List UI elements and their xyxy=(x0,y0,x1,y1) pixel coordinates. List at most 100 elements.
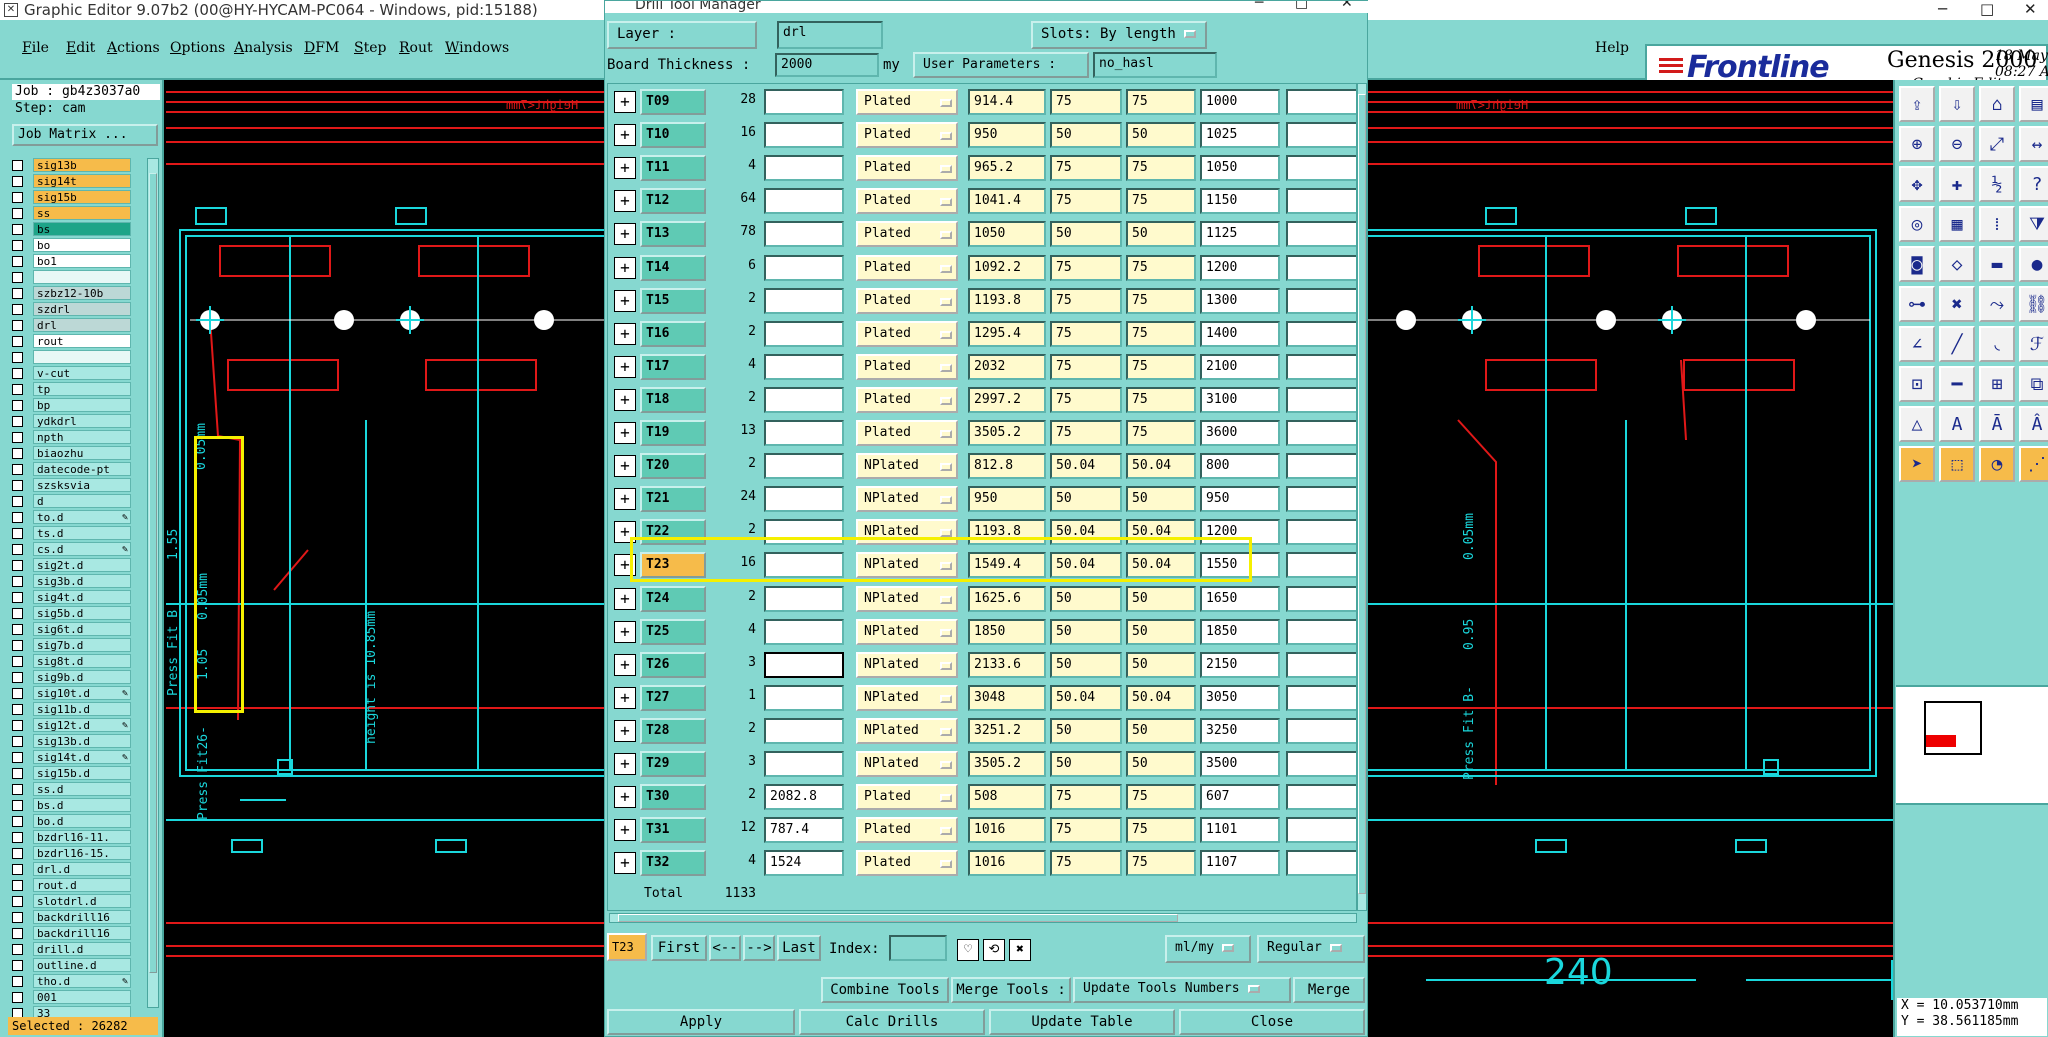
finish-size-field[interactable] xyxy=(764,651,844,678)
tol-minus-field[interactable]: 75 xyxy=(1126,850,1196,877)
layer-row[interactable]: bo xyxy=(12,237,132,253)
tol-minus-field[interactable]: 75 xyxy=(1126,784,1196,811)
drill-size-field[interactable]: 2032 xyxy=(968,353,1046,380)
layer-row[interactable]: 001 xyxy=(12,989,132,1005)
layer-name[interactable]: sig14t.d ✎ xyxy=(33,750,131,764)
pad-icon[interactable]: ⊡ xyxy=(1899,366,1935,402)
layer-checkbox[interactable] xyxy=(12,879,23,891)
finish-size-field[interactable] xyxy=(764,751,844,777)
type-option[interactable]: NPlated xyxy=(856,717,958,744)
layer-name[interactable]: rout.d xyxy=(33,878,131,892)
expand-icon[interactable]: + xyxy=(614,587,636,610)
layer-checkbox[interactable] xyxy=(12,479,23,491)
table-scroll-thumb[interactable] xyxy=(1358,94,1366,894)
finish-size-field[interactable] xyxy=(764,717,844,744)
layer-row[interactable]: bs xyxy=(12,221,132,237)
finish-size-field[interactable] xyxy=(764,89,844,115)
layer-name[interactable]: bs.d xyxy=(33,798,131,812)
layer-name[interactable]: bs xyxy=(33,222,131,236)
layer-name[interactable]: sig9b.d xyxy=(33,670,131,684)
type-option[interactable]: Plated xyxy=(856,155,958,182)
layer-checkbox[interactable] xyxy=(12,719,23,731)
tol-minus-field[interactable]: 75 xyxy=(1126,188,1196,215)
layer-name[interactable]: biaozhu xyxy=(33,446,131,460)
snap-icon[interactable]: ◎ xyxy=(1899,206,1935,242)
tol-plus-field[interactable]: 75 xyxy=(1050,784,1122,811)
merge-button[interactable]: Merge xyxy=(1293,977,1365,1003)
tol-plus-field[interactable]: 50 xyxy=(1050,618,1122,645)
layer-checkbox[interactable] xyxy=(12,383,23,395)
layer-row[interactable]: bp xyxy=(12,397,132,413)
layer-row[interactable]: sig10t.d ✎ xyxy=(12,685,132,701)
tool-button[interactable]: T15 xyxy=(640,287,706,314)
bit-size-field[interactable]: 1050 xyxy=(1200,155,1280,182)
layer-checkbox[interactable] xyxy=(12,511,23,523)
layer-row[interactable]: szsksvia xyxy=(12,477,132,493)
extra-field[interactable] xyxy=(1286,651,1356,678)
type-option[interactable]: NPlated xyxy=(856,453,958,480)
finish-size-field[interactable] xyxy=(764,320,844,347)
a-icon[interactable]: A xyxy=(1939,406,1975,442)
layer-checkbox[interactable] xyxy=(12,815,23,827)
finish-size-field[interactable] xyxy=(764,552,844,579)
drill-size-field[interactable]: 914.4 xyxy=(968,89,1046,115)
finish-size-field[interactable] xyxy=(764,684,844,711)
tol-minus-field[interactable]: 75 xyxy=(1126,353,1196,380)
extra-field[interactable] xyxy=(1286,386,1356,413)
layer-name[interactable]: ss.d xyxy=(33,782,131,796)
layer-name[interactable]: drl xyxy=(33,318,131,332)
zoom-out-icon[interactable]: ⊖ xyxy=(1939,126,1975,162)
extra-field[interactable] xyxy=(1286,519,1356,546)
select-pointer-icon[interactable]: ➤ xyxy=(1899,446,1935,482)
tol-plus-field[interactable]: 75 xyxy=(1050,287,1122,314)
tool-button[interactable]: T16 xyxy=(640,320,706,347)
layer-checkbox[interactable] xyxy=(12,255,23,267)
tool-button[interactable]: T25 xyxy=(640,618,706,645)
layer-row[interactable]: backdrill16 xyxy=(12,925,132,941)
menu-help[interactable]: Help xyxy=(1595,40,1629,56)
layer-name[interactable]: sig3b.d xyxy=(33,574,131,588)
delete-icon[interactable]: ✖ xyxy=(1009,939,1031,961)
camera-icon[interactable]: ◙ xyxy=(1899,246,1935,282)
extra-field[interactable] xyxy=(1286,486,1356,513)
layer-checkbox[interactable] xyxy=(12,607,23,619)
finish-size-field[interactable] xyxy=(764,287,844,314)
stack-icon[interactable]: ⧉ xyxy=(2019,366,2048,402)
type-option[interactable]: Plated xyxy=(856,221,958,248)
layer-name[interactable]: bp xyxy=(33,398,131,412)
tool-button[interactable]: T12 xyxy=(640,188,706,215)
layer-name[interactable]: sig13b.d xyxy=(33,734,131,748)
tol-minus-field[interactable]: 50 xyxy=(1126,717,1196,744)
layer-name[interactable]: datecode-pt xyxy=(33,462,131,476)
zoom-fit-icon[interactable]: ⤢ xyxy=(1979,126,2015,162)
tool-button[interactable]: T19 xyxy=(640,420,706,446)
extra-field[interactable] xyxy=(1286,585,1356,612)
heart-icon[interactable]: ♡ xyxy=(957,939,979,961)
layer-checkbox[interactable] xyxy=(12,191,23,203)
finish-size-field[interactable] xyxy=(764,618,844,645)
layer-name[interactable]: rout xyxy=(33,334,131,348)
tol-plus-field[interactable]: 75 xyxy=(1050,420,1122,446)
tol-minus-field[interactable]: 50 xyxy=(1126,618,1196,645)
layer-checkbox[interactable] xyxy=(12,671,23,683)
layer-row[interactable]: outline.d xyxy=(12,957,132,973)
layer-name[interactable]: d xyxy=(33,494,131,508)
open-icon[interactable]: ⇪ xyxy=(1899,86,1935,122)
user-parameters-field[interactable]: no_hasl xyxy=(1093,52,1217,78)
layer-row[interactable]: sig9b.d xyxy=(12,669,132,685)
bit-size-field[interactable]: 2100 xyxy=(1200,353,1280,380)
layer-name[interactable]: szsksvia xyxy=(33,478,131,492)
drill-size-field[interactable]: 812.8 xyxy=(968,453,1046,480)
drill-size-field[interactable]: 950 xyxy=(968,122,1046,149)
tool-button[interactable]: T24 xyxy=(640,585,706,612)
layer-checkbox[interactable] xyxy=(12,783,23,795)
tol-minus-field[interactable]: 50 xyxy=(1126,651,1196,678)
tool-button[interactable]: T28 xyxy=(640,717,706,744)
type-option[interactable]: NPlated xyxy=(856,585,958,612)
layer-checkbox[interactable] xyxy=(12,335,23,347)
extra-field[interactable] xyxy=(1286,817,1356,844)
tool-button[interactable]: T17 xyxy=(640,353,706,380)
tol-plus-field[interactable]: 75 xyxy=(1050,320,1122,347)
tol-plus-field[interactable]: 50.04 xyxy=(1050,684,1122,711)
layer-row[interactable]: sig14t.d ✎ xyxy=(12,749,132,765)
